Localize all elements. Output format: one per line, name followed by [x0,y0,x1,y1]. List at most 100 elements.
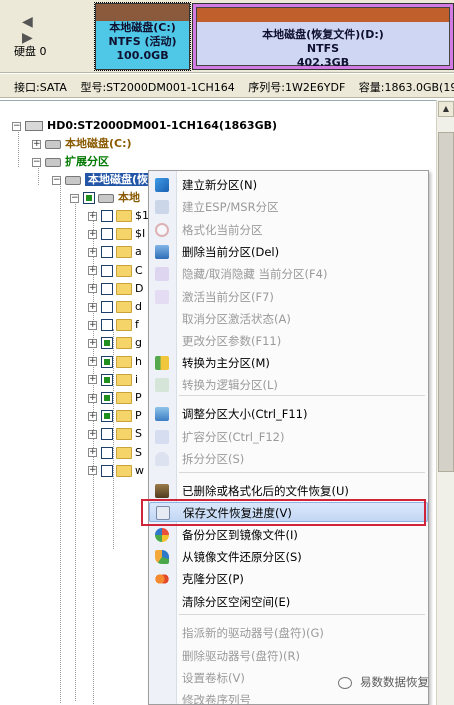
tree-scrollbar[interactable]: ▲ [436,100,454,705]
esp-icon [155,200,169,214]
tree-folder-row[interactable]: + $I [88,225,145,243]
expand-icon[interactable]: + [88,320,97,330]
expand-icon[interactable]: + [88,429,97,439]
scroll-up-icon[interactable]: ▲ [438,101,454,117]
menu-item[interactable]: 建立ESP/MSR分区 [149,197,428,217]
wechat-icon [338,676,352,689]
partition-size: 100.0GB [116,49,169,62]
expand-icon[interactable]: + [88,466,97,476]
menu-item[interactable]: 激活当前分区(F7) [149,287,428,307]
expand-icon[interactable]: + [88,393,97,403]
menu-item[interactable]: 建立新分区(N) [149,175,428,195]
menu-item[interactable]: 删除当前分区(Del) [149,242,428,262]
checkbox[interactable] [101,210,113,222]
expand-icon[interactable]: + [88,247,97,257]
checkbox[interactable] [101,446,113,459]
menu-item[interactable]: 取消分区激活状态(A) [149,309,428,329]
expand-icon[interactable]: + [32,139,41,149]
backup-image-icon [155,528,169,542]
checkbox[interactable] [101,464,113,477]
tree-folder-row[interactable]: + C [88,262,143,280]
expand-icon[interactable]: + [88,211,97,221]
tree-folder-row[interactable]: + S [88,444,142,462]
tree-folder-row[interactable]: + d [88,298,142,316]
tree-folder-row[interactable]: + $1 [88,207,149,225]
checkbox[interactable] [101,410,113,423]
disk-interface: 接口:SATA [14,81,67,94]
folder-icon [116,410,132,423]
menu-item[interactable]: 备份分区到镜像文件(I) [149,525,428,545]
checkbox[interactable] [101,428,113,441]
scroll-thumb[interactable] [438,132,454,472]
menu-item[interactable]: 拆分分区(S) [149,449,428,469]
menu-item[interactable]: 隐藏/取消隐藏 当前分区(F4) [149,264,428,284]
expand-icon[interactable]: + [88,302,97,312]
expand-icon[interactable]: + [88,284,97,294]
tree-row-c[interactable]: + 本地磁盘(C:) [32,135,132,153]
tree-row-disk[interactable]: − HD0:ST2000DM001-1CH164(1863GB) [12,117,277,135]
folder-icon [116,282,132,295]
recover-icon [155,484,169,498]
menu-item[interactable]: 删除驱动器号(盘符)(R) [149,646,428,666]
tree-folder-row[interactable]: + h [88,353,142,371]
tree-folder-row[interactable]: + D [88,280,143,298]
menu-item-label: 已删除或格式化后的文件恢复(U) [182,484,349,498]
expand-icon[interactable]: + [88,411,97,421]
menu-separator [179,472,425,473]
tree-row-d-root[interactable]: − 本地 [70,189,140,207]
checkbox[interactable] [101,392,113,404]
menu-item[interactable]: 更改分区参数(F11) [149,331,428,351]
partition-fs: NTFS (活动) [108,35,177,48]
tree-folder-row[interactable]: + a [88,243,142,261]
collapse-icon[interactable]: − [12,121,21,131]
tree-folder-row[interactable]: + P [88,389,142,407]
menu-item[interactable]: 指派新的驱动器号(盘符)(G) [149,623,428,643]
menu-item[interactable]: 转换为逻辑分区(L) [149,375,428,395]
tree-folder-row[interactable]: + i [88,371,138,389]
menu-item[interactable]: 调整分区大小(Ctrl_F11) [149,404,428,424]
checkbox[interactable] [83,192,95,204]
menu-item[interactable]: 修改卷序列号 [149,690,428,705]
expand-icon[interactable]: + [88,338,97,348]
prev-disk-icon[interactable]: ◀ [22,14,35,30]
checkbox[interactable] [101,373,113,386]
tree-row-extended[interactable]: − 扩展分区 [32,153,109,171]
expand-icon[interactable]: + [88,375,97,385]
partition-c-block[interactable]: 本地磁盘(C:) NTFS (活动) 100.0GB [94,2,191,71]
collapse-icon[interactable]: − [52,175,61,185]
checkbox[interactable] [101,246,113,259]
tree-folder-row[interactable]: + g [88,334,142,352]
menu-item[interactable]: 扩容分区(Ctrl_F12) [149,427,428,447]
menu-item-label: 设置卷标(V) [182,671,245,685]
folder-icon [116,264,132,277]
menu-item[interactable]: 已删除或格式化后的文件恢复(U) [149,481,428,501]
tree-folder-row[interactable]: + w [88,462,144,480]
expand-icon[interactable]: + [88,266,97,276]
menu-item-label: 隐藏/取消隐藏 当前分区(F4) [182,267,328,281]
collapse-icon[interactable]: − [70,193,79,203]
menu-item[interactable]: 清除分区空闲空间(E) [149,592,428,612]
tree-d-root-label: 本地 [118,191,140,204]
tree-folder-label: g [135,336,142,350]
tree-folder-label: S [135,427,142,441]
menu-item[interactable]: 克隆分区(P) [149,569,428,589]
expand-icon[interactable]: + [88,357,97,367]
menu-item[interactable]: 转换为主分区(M) [149,353,428,373]
checkbox[interactable] [101,337,113,350]
checkbox[interactable] [101,319,113,332]
menu-item[interactable]: 格式化当前分区 [149,220,428,240]
tree-folder-row[interactable]: + P [88,407,142,425]
expand-icon[interactable]: + [88,229,97,239]
checkbox[interactable] [101,282,113,295]
checkbox[interactable] [101,264,113,277]
checkbox[interactable] [101,355,113,368]
tree-folder-label: w [135,463,144,477]
tree-folder-row[interactable]: + S [88,425,142,443]
collapse-icon[interactable]: − [32,157,41,167]
expand-icon[interactable]: + [88,448,97,458]
menu-item[interactable]: 从镜像文件还原分区(S) [149,547,428,567]
tree-folder-row[interactable]: + f [88,316,139,334]
checkbox[interactable] [101,301,113,313]
checkbox[interactable] [101,228,113,241]
partition-d-block[interactable]: 本地磁盘(恢复文件)(D:) NTFS 402.3GB [192,3,454,70]
